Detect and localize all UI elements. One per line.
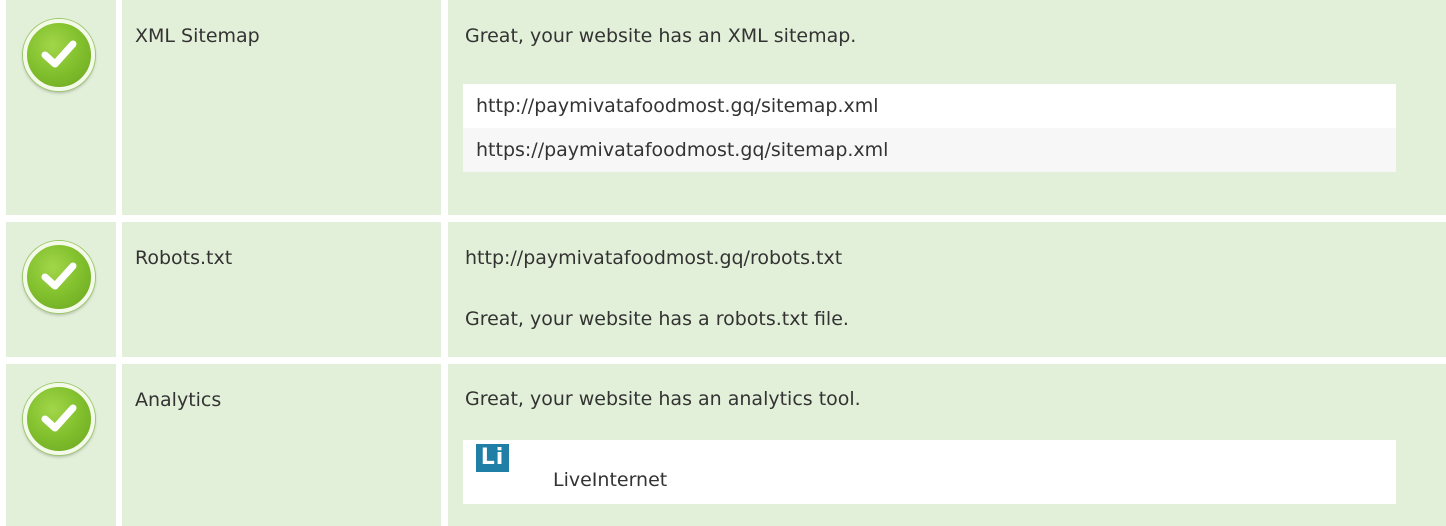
status-cell [6, 222, 116, 357]
check-label: XML Sitemap [135, 25, 260, 47]
check-circle-icon [23, 241, 95, 313]
liveinternet-logo-icon: Li [476, 444, 509, 472]
sitemap-list: http://paymivatafoodmost.gq/sitemap.xml … [463, 84, 1396, 172]
check-circle-icon [23, 19, 95, 91]
analytics-tool-item: Li LiveInternet [463, 440, 1396, 504]
result-message: Great, your website has an analytics too… [465, 388, 861, 410]
seo-report: XML Sitemap Great, your website has an X… [0, 0, 1446, 526]
result-cell: Great, your website has an analytics too… [448, 364, 1446, 526]
check-circle-icon [23, 383, 95, 455]
list-item: https://paymivatafoodmost.gq/sitemap.xml [463, 128, 1396, 172]
checkmark-icon [41, 404, 77, 432]
row-robots-txt: Robots.txt http://paymivatafoodmost.gq/r… [0, 222, 1446, 357]
checkmark-icon [41, 262, 77, 290]
sitemap-url: https://paymivatafoodmost.gq/sitemap.xml [476, 139, 889, 161]
row-xml-sitemap: XML Sitemap Great, your website has an X… [0, 0, 1446, 215]
label-cell: Analytics [122, 364, 441, 526]
check-label: Robots.txt [135, 247, 233, 269]
sitemap-url: http://paymivatafoodmost.gq/sitemap.xml [476, 95, 879, 117]
status-cell [6, 364, 116, 526]
analytics-tool-name: LiveInternet [553, 469, 668, 491]
list-item: http://paymivatafoodmost.gq/sitemap.xml [463, 84, 1396, 128]
robots-url: http://paymivatafoodmost.gq/robots.txt [465, 247, 843, 269]
result-cell: Great, your website has an XML sitemap. … [448, 0, 1446, 215]
result-cell: http://paymivatafoodmost.gq/robots.txt G… [448, 222, 1446, 357]
label-cell: XML Sitemap [122, 0, 441, 215]
status-cell [6, 0, 116, 215]
label-cell: Robots.txt [122, 222, 441, 357]
row-analytics: Analytics Great, your website has an ana… [0, 364, 1446, 526]
result-message: Great, your website has a robots.txt fil… [465, 308, 849, 330]
checkmark-icon [41, 40, 77, 68]
result-message: Great, your website has an XML sitemap. [465, 25, 857, 47]
check-label: Analytics [135, 389, 222, 411]
